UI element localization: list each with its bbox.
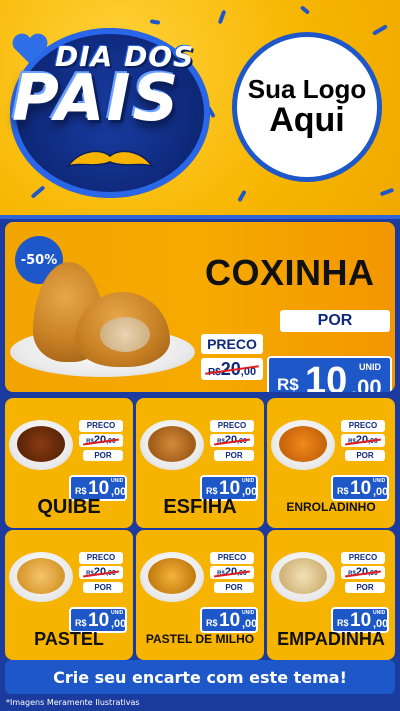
new-price-unit: UNID [111, 610, 124, 616]
product-card: PRECO R$20,00 POR R$ 10 ,00 UNID PASTEL … [136, 530, 264, 660]
old-price: R$20,00 [341, 566, 385, 579]
old-price: R$20,00 [210, 566, 254, 579]
logo-text-line2: Aqui [269, 100, 345, 139]
old-price-label: PRECO [341, 420, 385, 432]
product-card: PRECO R$20,00 POR R$ 10 ,00 UNID EMPADIN… [267, 530, 395, 660]
new-price-unit: UNID [242, 610, 255, 616]
product-card: PRECO R$20,00 POR R$ 10 ,00 UNID PASTEL [5, 530, 133, 660]
old-price: R$20,00 [201, 358, 263, 380]
old-price: R$20,00 [341, 434, 385, 447]
new-price-label: POR [83, 582, 123, 593]
product-name: PASTEL [34, 629, 104, 649]
board-divider [0, 215, 400, 219]
disclaimer-text: *Imagens Meramente Ilustrativas [6, 698, 140, 707]
product-name: PASTEL DE MILHO [145, 632, 255, 646]
old-price: R$20,00 [210, 434, 254, 447]
featured-offer: -50% COXINHA PRECO R$20,00 POR R$ 10 ,00… [5, 222, 395, 392]
new-price-unit: UNID [242, 478, 255, 484]
old-price-label: PRECO [210, 420, 254, 432]
product-card: PRECO R$20,00 POR R$ 10 ,00 UNID ESFIHA [136, 398, 264, 528]
confetti-icon [299, 5, 311, 15]
new-price: R$ 10 ,00 UNID [267, 356, 392, 392]
product-card: PRECO R$20,00 POR R$ 10 ,00 UNID QUIBE [5, 398, 133, 528]
new-price-label: POR [280, 310, 390, 332]
old-price: R$20,00 [79, 566, 123, 579]
old-price-label: PRECO [79, 552, 123, 564]
new-price-unit: UNID [373, 478, 386, 484]
new-price-integer: 10 [305, 360, 348, 392]
confetti-icon [149, 19, 161, 25]
product-image [148, 558, 196, 594]
new-price-unit: UNID [359, 362, 381, 372]
confetti-icon [237, 189, 247, 203]
logo-text-line1: Sua Logo [247, 73, 367, 104]
old-price: R$20,00 [79, 434, 123, 447]
old-price-label: PRECO [79, 420, 123, 432]
heart-icon [12, 33, 48, 64]
confetti-icon [30, 185, 46, 199]
old-price-label: PRECO [341, 552, 385, 564]
product-name: ESFIHA [163, 496, 237, 518]
new-price-label: POR [345, 582, 385, 593]
header-banner: DIA DOS PAIS Sua Logo Aqui [0, 0, 400, 215]
product-name: QUIBE [37, 496, 101, 518]
product-card: PRECO R$20,00 POR R$ 10 ,00 UNID ENROLAD… [267, 398, 395, 528]
product-image [279, 426, 327, 462]
product-image [148, 426, 196, 462]
confetti-icon [379, 187, 395, 197]
product-image [17, 558, 65, 594]
old-price-label: PRECO [201, 334, 263, 354]
product-image [279, 558, 327, 594]
product-name: EMPADINHA [277, 629, 385, 649]
new-price-unit: UNID [111, 478, 124, 484]
product-image [17, 426, 65, 462]
new-price-label: POR [345, 450, 385, 461]
old-price-label: PRECO [210, 552, 254, 564]
new-price-label: POR [214, 582, 254, 593]
new-price-currency: R$ [277, 375, 299, 392]
featured-product-name: COXINHA [205, 252, 375, 293]
new-price-label: POR [83, 450, 123, 461]
coxinha-filling-image [100, 317, 150, 352]
new-price-unit: UNID [373, 610, 386, 616]
cta-button[interactable]: Crie seu encarte com este tema! [5, 660, 395, 694]
new-price-decimal: ,00 [351, 375, 382, 392]
logo-placeholder: Sua Logo Aqui [232, 32, 382, 182]
new-price-label: POR [214, 450, 254, 461]
title-line2: PAIS [12, 62, 181, 136]
confetti-icon [372, 24, 388, 36]
confetti-icon [217, 9, 227, 25]
product-name: ENROLADINHO [286, 500, 376, 514]
mustache-icon [65, 150, 155, 168]
